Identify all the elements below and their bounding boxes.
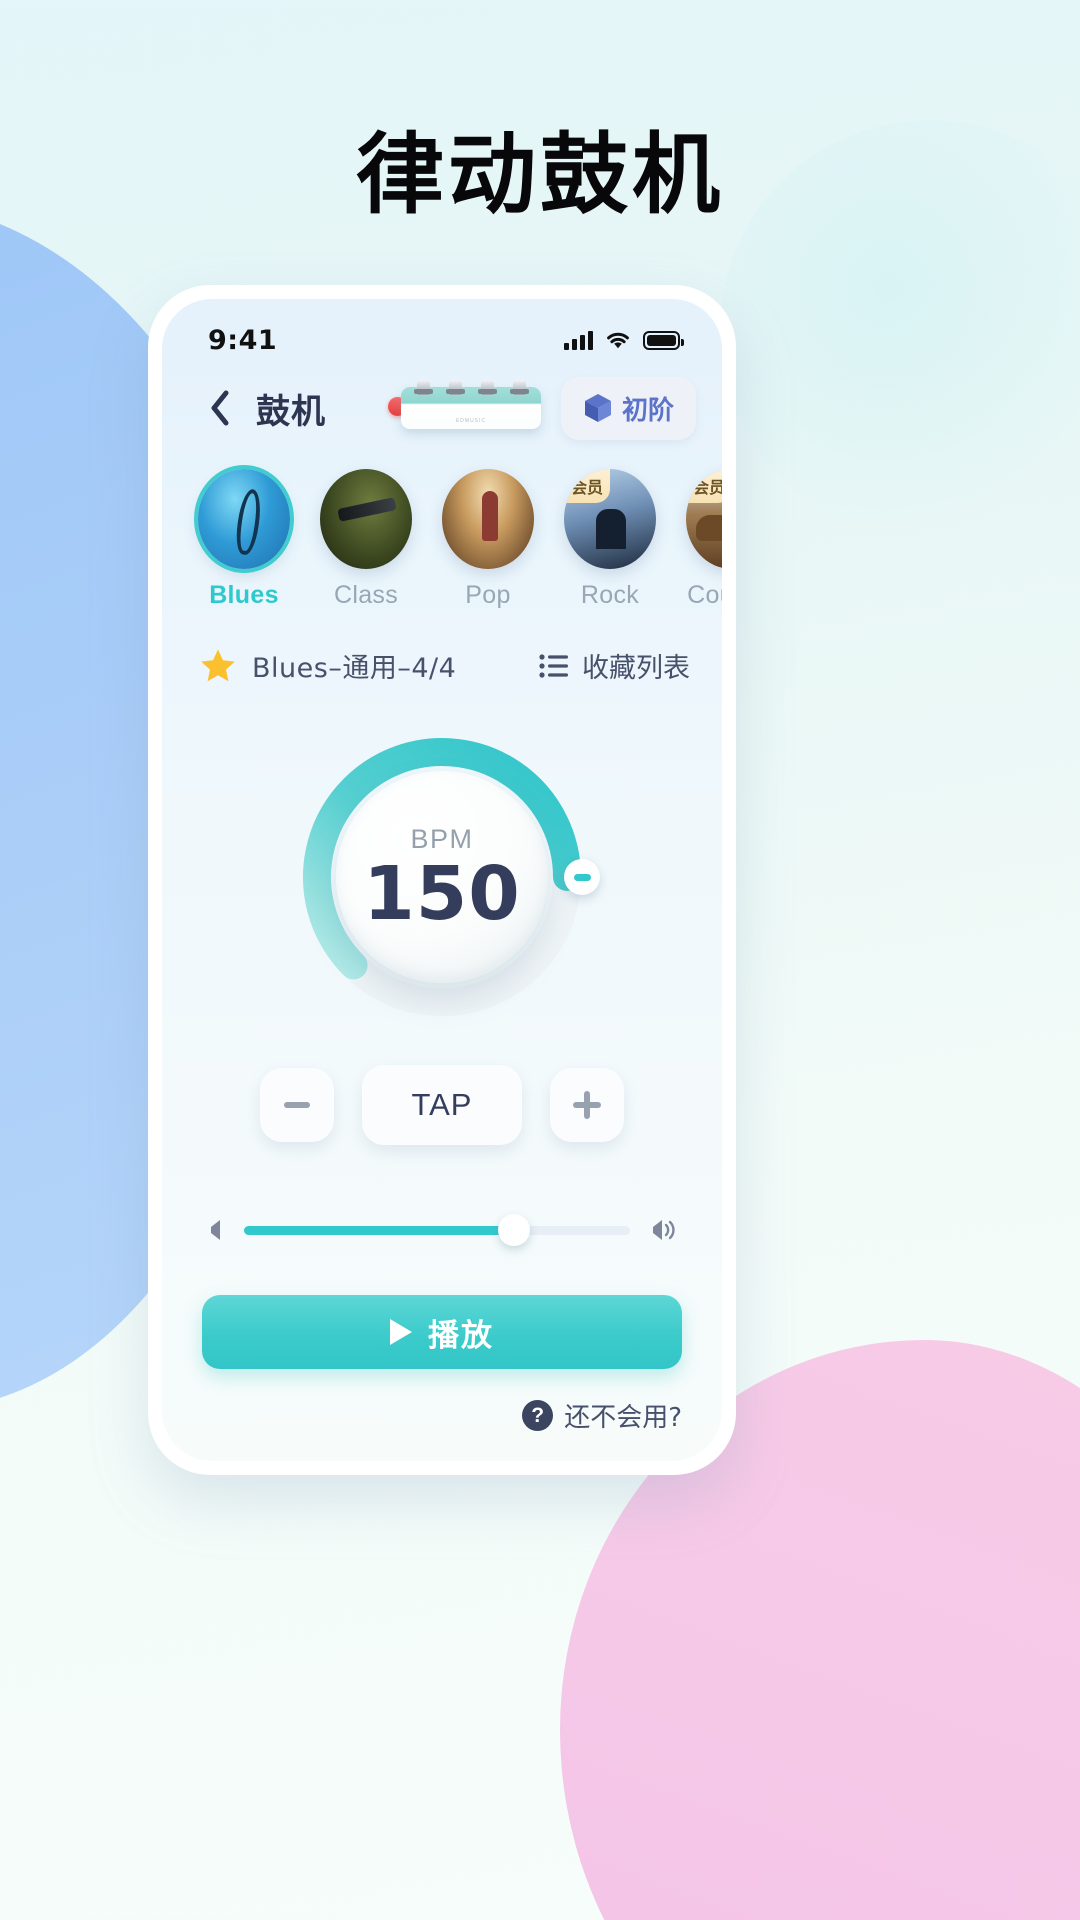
pattern-row: Blues–通用–4/4 收藏列表 xyxy=(162,620,722,685)
volume-row xyxy=(162,1213,722,1246)
genre-item-pop[interactable]: Pop xyxy=(442,469,534,610)
vip-badge: 会员 xyxy=(564,469,610,503)
genre-carousel[interactable]: Blues Class Pop 会员 Rock 会员 Country xyxy=(162,451,722,620)
drum-pedal-device[interactable]: EDMUSIC xyxy=(387,380,541,429)
genre-thumbnail xyxy=(320,469,412,569)
bpm-increase-button[interactable] xyxy=(550,1068,624,1142)
genre-item-country[interactable]: 会员 Country xyxy=(686,469,722,610)
wifi-icon xyxy=(607,332,629,348)
genre-item-blues[interactable]: Blues xyxy=(198,469,290,610)
status-icons xyxy=(564,330,684,350)
question-mark-icon: ? xyxy=(522,1400,554,1431)
bpm-value: 150 xyxy=(363,850,521,937)
tempo-controls: TAP xyxy=(162,1065,722,1145)
plus-icon xyxy=(573,1091,601,1119)
genre-thumbnail: 会员 xyxy=(564,469,656,569)
back-button[interactable] xyxy=(198,386,242,430)
play-triangle-icon xyxy=(390,1319,412,1345)
cube-icon xyxy=(584,394,611,422)
genre-item-rock[interactable]: 会员 Rock xyxy=(564,469,656,610)
status-bar: 9:41 xyxy=(162,299,722,365)
volume-slider-knob[interactable] xyxy=(498,1213,531,1246)
favorite-pattern[interactable]: Blues–通用–4/4 xyxy=(200,646,456,685)
pattern-name: Blues–通用–4/4 xyxy=(252,653,457,684)
star-icon xyxy=(201,649,235,682)
genre-thumbnail xyxy=(442,469,534,569)
level-button[interactable]: 初阶 xyxy=(560,376,696,440)
nav-header: 鼓机 EDMUSIC 初阶 xyxy=(162,365,722,451)
tap-tempo-button[interactable]: TAP xyxy=(362,1065,522,1145)
genre-label: Country xyxy=(687,581,722,609)
volume-high-icon[interactable] xyxy=(648,1217,678,1243)
vip-badge: 会员 xyxy=(686,469,722,503)
signal-bars-icon xyxy=(564,330,593,350)
list-icon xyxy=(539,653,568,678)
genre-label: Blues xyxy=(209,581,279,609)
bpm-dial-center: BPM 150 xyxy=(336,771,548,983)
page-title: 律动鼓机 xyxy=(355,123,724,226)
bpm-label: BPM xyxy=(410,823,474,854)
phone-screen: 9:41 鼓机 EDMUSIC 初阶 Blues Class Pop 会员 Ro… xyxy=(162,299,722,1461)
bpm-dial-handle[interactable] xyxy=(564,859,600,895)
page-heading: 鼓机 xyxy=(256,391,326,432)
device-brand-label: EDMUSIC xyxy=(455,418,487,424)
help-link-label: 还不会用? xyxy=(564,1403,682,1433)
minus-icon xyxy=(284,1102,310,1108)
play-button[interactable]: 播放 xyxy=(202,1295,682,1369)
help-link[interactable]: ? 还不会用? xyxy=(162,1369,722,1434)
genre-thumbnail: 会员 xyxy=(686,469,722,569)
battery-icon xyxy=(643,330,684,350)
genre-thumbnail xyxy=(198,469,290,569)
level-label: 初阶 xyxy=(621,395,674,426)
chevron-left-icon xyxy=(211,390,229,426)
bpm-dial[interactable]: BPM 150 xyxy=(292,727,600,1027)
favorite-list-label: 收藏列表 xyxy=(582,653,690,684)
play-button-label: 播放 xyxy=(428,1317,494,1354)
phone-mockup: 9:41 鼓机 EDMUSIC 初阶 Blues Class Pop 会员 Ro… xyxy=(148,285,736,1475)
drum-pedal-icon: EDMUSIC xyxy=(400,380,541,429)
volume-slider[interactable] xyxy=(244,1213,630,1246)
genre-label: Class xyxy=(333,581,398,609)
genre-label: Rock xyxy=(580,581,640,609)
genre-label: Pop xyxy=(465,581,511,609)
volume-low-icon[interactable] xyxy=(206,1217,226,1243)
volume-slider-fill xyxy=(244,1225,515,1235)
favorite-list-button[interactable]: 收藏列表 xyxy=(539,646,690,685)
genre-item-class[interactable]: Class xyxy=(320,469,412,610)
bpm-decrease-button[interactable] xyxy=(260,1068,334,1142)
status-time: 9:41 xyxy=(208,324,278,356)
